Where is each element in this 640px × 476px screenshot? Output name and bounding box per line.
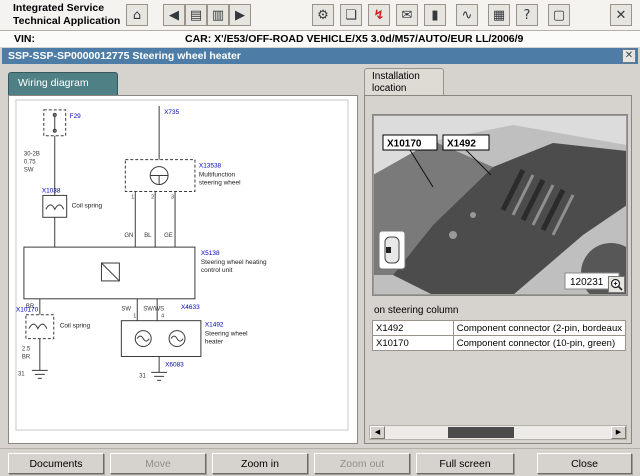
zoom-in-button[interactable]: Zoom in [212, 453, 308, 474]
wiring-diagram-panel[interactable]: F29 30-2B 0.75 SW X1038 Coil spring X735… [8, 95, 358, 444]
component-label: steering wheel [199, 179, 241, 186]
full-screen-button[interactable]: Full screen [416, 453, 514, 474]
ground-label: 31 [139, 373, 146, 379]
documents-button[interactable]: Documents [8, 453, 104, 474]
table-row[interactable]: X1492 Component connector (2-pin, bordea… [373, 321, 626, 336]
scroll-left-icon[interactable]: ◀ [370, 426, 385, 439]
pin-number: 4 [161, 314, 164, 320]
connector-label[interactable]: X5138 [201, 250, 220, 257]
connector-label[interactable]: X10170 [16, 307, 39, 314]
steering-column-photo: X10170 X1492 120231 [373, 115, 627, 295]
coil-spring-top-symbol [43, 195, 67, 217]
connector-label[interactable]: X1038 [42, 187, 61, 194]
app-title-line2: Technical Application [13, 15, 120, 28]
printer-icon[interactable]: ▦ [488, 4, 510, 26]
help-icon[interactable]: ? [516, 4, 538, 26]
zoom-out-button[interactable]: Zoom out [314, 453, 410, 474]
component-label: heater [205, 339, 224, 346]
wire-label: GN [124, 233, 133, 239]
connector-code: X10170 [373, 336, 454, 351]
car-value: X'/E53/OFF-ROAD VEHICLE/X5 3.0d/M57/AUTO… [214, 33, 523, 45]
document-title-bar: SSP-SSP-SP0000012775 Steering wheel heat… [2, 48, 638, 64]
connector-code: X1492 [373, 321, 454, 336]
table-row[interactable]: X10170 Component connector (10-pin, gree… [373, 336, 626, 351]
wire-label: SW [121, 307, 131, 313]
app-header: Integrated Service Technical Application… [0, 0, 640, 31]
nav-forward-icon[interactable]: ▶ [229, 4, 251, 26]
mail-icon[interactable]: ✉ [396, 4, 418, 26]
tab-installation-location[interactable]: Installation location [364, 68, 444, 95]
photo-connector-label-x1492: X1492 [447, 139, 476, 150]
footer-toolbar: Documents Move Zoom in Zoom out Full scr… [0, 448, 640, 476]
wire-label: 2.5 [22, 347, 31, 353]
tab-wiring-diagram[interactable]: Wiring diagram [8, 72, 118, 95]
car-position-icon [379, 231, 405, 269]
vin-label: VIN: [14, 31, 35, 47]
magnifier-icon[interactable] [608, 276, 625, 293]
car-label: CAR: [185, 33, 211, 45]
component-label: Coil spring [60, 323, 91, 330]
vehicle-bar: VIN: CAR: X'/E53/OFF-ROAD VEHICLE/X5 3.0… [0, 31, 640, 47]
connector-label[interactable]: F29 [70, 113, 82, 120]
component-label: Multifunction [199, 172, 236, 179]
close-button[interactable]: Close [537, 453, 632, 474]
tab-installation-line2: location [372, 83, 443, 95]
component-label: Steering wheel heating [201, 259, 267, 266]
wire-label: BR [22, 354, 31, 360]
scroll-right-icon[interactable]: ▶ [611, 426, 626, 439]
connector-label[interactable]: X1492 [205, 322, 224, 329]
pin-number: 1 [131, 194, 134, 200]
connector-label[interactable]: X4633 [181, 304, 200, 311]
pin-number: 1 [133, 314, 136, 320]
heater-symbol [121, 321, 201, 357]
service-icon[interactable]: ⚙ [312, 4, 334, 26]
pin-number: 2 [151, 194, 154, 200]
tab-installation-line1: Installation [372, 71, 443, 83]
wire-label: SW/WS [143, 307, 164, 313]
app-title-line1: Integrated Service [13, 2, 120, 15]
photo-connector-label-x10170: X10170 [387, 139, 422, 150]
doc-next-icon[interactable]: ▥ [207, 4, 229, 26]
tab-wiring-diagram-label: Wiring diagram [18, 77, 89, 89]
connector-description: Component connector (10-pin, green) [453, 336, 625, 351]
home-icon[interactable]: ⌂ [126, 4, 148, 26]
component-label: Steering wheel [205, 331, 248, 338]
wire-label: 0.75 [24, 160, 36, 166]
move-button[interactable]: Move [110, 453, 206, 474]
measurement-icon[interactable]: ∿ [456, 4, 478, 26]
horizontal-scrollbar[interactable]: ◀ ▶ [369, 425, 627, 440]
exit-icon[interactable]: ✕ [610, 4, 632, 26]
scrollbar-thumb[interactable] [448, 427, 514, 438]
component-label: Coil spring [72, 202, 103, 209]
connector-description: Component connector (2-pin, bordeaux [453, 321, 625, 336]
location-caption: on steering column [374, 305, 459, 316]
wire-label: SW [24, 168, 34, 174]
ground-label: 31 [18, 371, 25, 377]
battery-icon[interactable]: ▮ [424, 4, 446, 26]
connection-icon[interactable]: ↯ [368, 4, 390, 26]
close-icon[interactable]: ✕ [622, 49, 636, 63]
wire-label: BL [144, 233, 152, 239]
app-title: Integrated Service Technical Application [13, 2, 120, 28]
image-number: 120231 [570, 277, 604, 288]
installation-photo[interactable]: X10170 X1492 120231 [372, 114, 628, 296]
doc-previous-icon[interactable]: ▤ [185, 4, 207, 26]
control-unit-symbol [24, 247, 195, 299]
wiring-diagram: F29 30-2B 0.75 SW X1038 Coil spring X735… [9, 96, 355, 438]
nav-back-icon[interactable]: ◀ [163, 4, 185, 26]
connector-label[interactable]: X6083 [165, 361, 184, 368]
installation-location-panel: X10170 X1492 120231 on steering column [364, 95, 632, 444]
wire-label: GE [164, 233, 173, 239]
car-identification: CAR: X'/E53/OFF-ROAD VEHICLE/X5 3.0d/M57… [185, 31, 523, 47]
component-label: control unit [201, 267, 233, 274]
connector-table: X1492 Component connector (2-pin, bordea… [372, 320, 626, 351]
document-title: SSP-SSP-SP0000012775 Steering wheel heat… [8, 50, 241, 62]
connector-label[interactable]: X13538 [199, 163, 222, 170]
connector-label[interactable]: X735 [164, 109, 179, 116]
display-icon[interactable]: ▢ [548, 4, 570, 26]
pin-number: 3 [171, 194, 174, 200]
workshop-icon[interactable]: ❏ [340, 4, 362, 26]
wire-label: 30-2B [24, 152, 40, 158]
